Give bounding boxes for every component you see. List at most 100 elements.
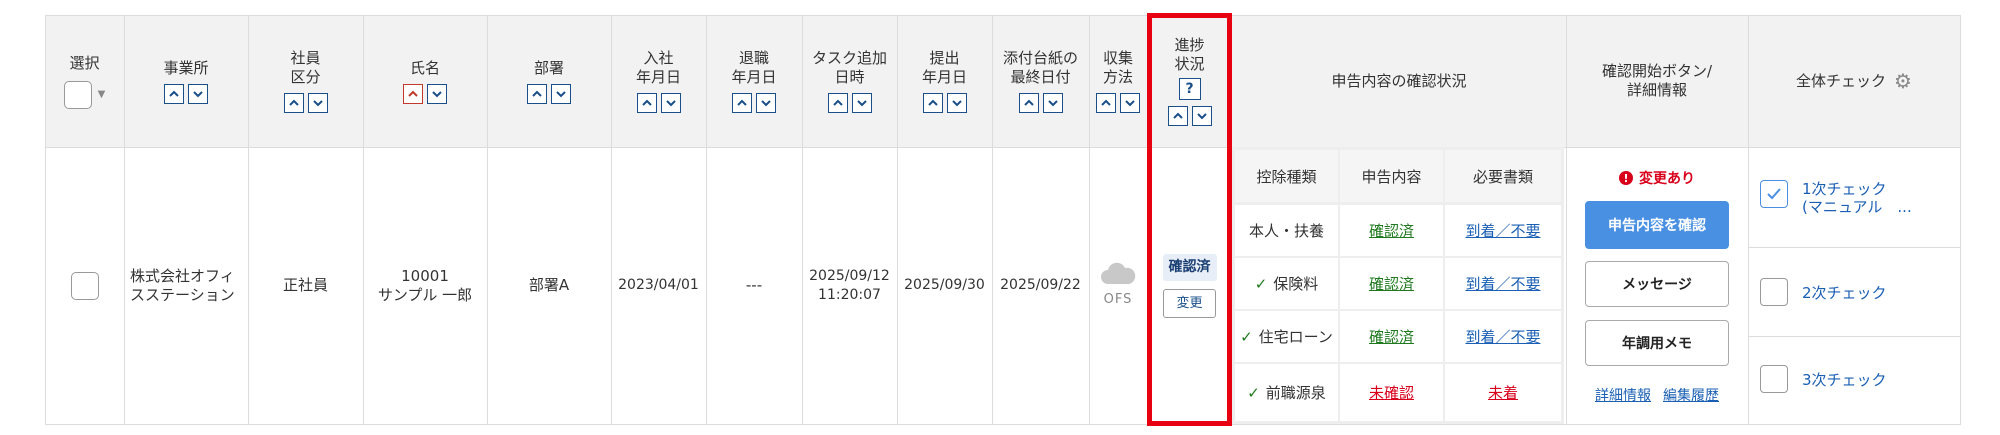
gear-icon[interactable]: ⚙ [1894, 71, 1912, 91]
sort-desc-task-added-button[interactable] [851, 93, 872, 113]
decl-row-docs: 未着 [1445, 364, 1561, 421]
header-task-added: タスク追加 日時 [802, 15, 897, 147]
decl-header-docs: 必要書類 [1445, 150, 1561, 202]
decl-header-content: 申告内容 [1340, 150, 1443, 202]
check-icon: ✓ [1254, 274, 1268, 293]
row-select-cell [45, 147, 124, 424]
alert-icon: ! [1619, 171, 1633, 185]
header-select: 選択 ▼ [45, 15, 124, 147]
row-office-cell: 株式会社オフィスステーション [124, 147, 248, 424]
decl-docs-link[interactable]: 未着 [1488, 382, 1518, 403]
message-button-label: メッセージ [1622, 277, 1692, 293]
row-submitted-cell: 2025/09/30 [897, 147, 992, 424]
decl-docs-link[interactable]: 到着／不要 [1465, 220, 1540, 241]
decl-row-content: 確認済 [1340, 258, 1443, 309]
header-attachment-date: 添付台紙の 最終日付 [992, 15, 1089, 147]
sort-desc-name-button[interactable] [427, 83, 447, 104]
memo-button[interactable]: 年調用メモ [1585, 320, 1729, 366]
sort-asc-office-button[interactable] [164, 83, 184, 104]
decl-content-link[interactable]: 確認済 [1369, 273, 1414, 294]
check-1-checkbox[interactable] [1760, 180, 1788, 208]
detail-link[interactable]: 詳細情報 [1595, 385, 1651, 405]
row-attachment-date: 2025/09/22 [1000, 277, 1081, 293]
row-task-added-cell: 2025/09/12 11:20:07 [802, 147, 897, 424]
sort-desc-join-date-button[interactable] [660, 93, 681, 113]
decl-content-link[interactable]: 確認済 [1369, 220, 1414, 241]
header-office: 事業所 [124, 15, 248, 147]
header-collection: 収集 方法 [1089, 15, 1147, 147]
header-leave-date-label: 退職 年月日 [731, 49, 777, 86]
row-collection: OFS [1103, 292, 1133, 307]
header-submitted-label: 提出 年月日 [921, 49, 967, 86]
header-employee-type-label: 社員 区分 [290, 49, 321, 86]
sort-asc-attachment-date-button[interactable] [1018, 93, 1039, 113]
header-join-date-label: 入社 年月日 [635, 49, 681, 86]
decl-header-docs-label: 必要書類 [1472, 167, 1533, 186]
header-task-added-label: タスク追加 日時 [811, 49, 887, 86]
row-employee-type-cell: 正社員 [248, 147, 363, 424]
check-2-checkbox[interactable] [1760, 278, 1788, 306]
header-name-label: 氏名 [409, 58, 440, 77]
sort-asc-collection-button[interactable] [1096, 93, 1116, 113]
decl-row-docs: 到着／不要 [1445, 311, 1561, 362]
sort-desc-office-button[interactable] [188, 83, 208, 104]
header-leave-date: 退職 年月日 [706, 15, 802, 147]
decl-content-link[interactable]: 確認済 [1369, 326, 1414, 347]
row-leave-date-cell: --- [706, 147, 802, 424]
header-overall-check: 全体チェック ⚙ [1748, 15, 1960, 147]
check-3-label[interactable]: 3次チェック [1802, 369, 1887, 390]
decl-row-type: ✓ 住宅ローン [1235, 311, 1338, 362]
decl-row-docs: 到着／不要 [1445, 205, 1561, 256]
decl-row-type-label: 前職源泉 [1265, 384, 1326, 402]
check-3: 3次チェック [1760, 365, 1887, 393]
sort-asc-leave-date-button[interactable] [732, 93, 752, 113]
decl-row-content: 未確認 [1340, 364, 1443, 421]
check-3-checkbox[interactable] [1760, 365, 1788, 393]
sort-asc-name-button[interactable] [403, 83, 423, 104]
sort-desc-department-button[interactable] [551, 83, 571, 104]
row-select-checkbox[interactable] [70, 271, 99, 300]
decl-header-type: 控除種類 [1235, 150, 1338, 202]
check-1-label[interactable]: 1次チェック (マニュアル ... [1802, 180, 1932, 216]
row-attachment-date-cell: 2025/09/22 [992, 147, 1089, 424]
sort-asc-department-button[interactable] [527, 83, 547, 104]
header-select-label: 選択 [69, 53, 100, 72]
header-attachment-date-label: 添付台紙の 最終日付 [1002, 49, 1078, 86]
sort-desc-leave-date-button[interactable] [756, 93, 776, 113]
sort-desc-employee-type-button[interactable] [307, 93, 328, 113]
sort-asc-submitted-button[interactable] [922, 93, 943, 113]
sort-desc-submitted-button[interactable] [946, 93, 967, 113]
decl-content-link[interactable]: 未確認 [1369, 382, 1414, 403]
row-leave-date: --- [745, 276, 763, 294]
sort-asc-task-added-button[interactable] [827, 93, 848, 113]
header-office-label: 事業所 [163, 58, 209, 77]
row-join-date-cell: 2023/04/01 [611, 147, 706, 424]
decl-docs-link[interactable]: 到着／不要 [1465, 326, 1540, 347]
sort-desc-collection-button[interactable] [1120, 93, 1140, 113]
chevron-down-icon[interactable]: ▼ [98, 85, 106, 104]
check-2-label[interactable]: 2次チェック [1802, 282, 1887, 303]
sort-asc-join-date-button[interactable] [636, 93, 657, 113]
decl-docs-link[interactable]: 到着／不要 [1465, 273, 1540, 294]
confirm-declaration-button[interactable]: 申告内容を確認 [1585, 201, 1729, 249]
sort-desc-attachment-date-button[interactable] [1042, 93, 1063, 113]
header-overall-check-label: 全体チェック [1796, 71, 1887, 90]
message-button[interactable]: メッセージ [1585, 261, 1729, 307]
header-department: 部署 [487, 15, 611, 147]
decl-row-type: 本人・扶養 [1235, 205, 1338, 256]
progress-highlight-frame [1147, 13, 1232, 426]
row-office: 株式会社オフィスステーション [130, 266, 235, 304]
select-all-checkbox[interactable] [63, 80, 92, 109]
decl-row-type-label: 保険料 [1273, 275, 1319, 293]
header-confirm-start-label: 確認開始ボタン/ 詳細情報 [1601, 62, 1713, 99]
row-name-cell: 10001 サンプル 一郎 [363, 147, 487, 424]
row-submitted: 2025/09/30 [904, 277, 985, 293]
row-department-cell: 部署A [487, 147, 611, 424]
cloud-icon [1101, 262, 1136, 284]
check-2: 2次チェック [1760, 278, 1887, 306]
sort-asc-employee-type-button[interactable] [283, 93, 304, 113]
memo-button-label: 年調用メモ [1622, 336, 1692, 352]
history-link[interactable]: 編集履歴 [1663, 385, 1719, 405]
header-join-date: 入社 年月日 [611, 15, 706, 147]
decl-header-content-label: 申告内容 [1361, 167, 1422, 186]
